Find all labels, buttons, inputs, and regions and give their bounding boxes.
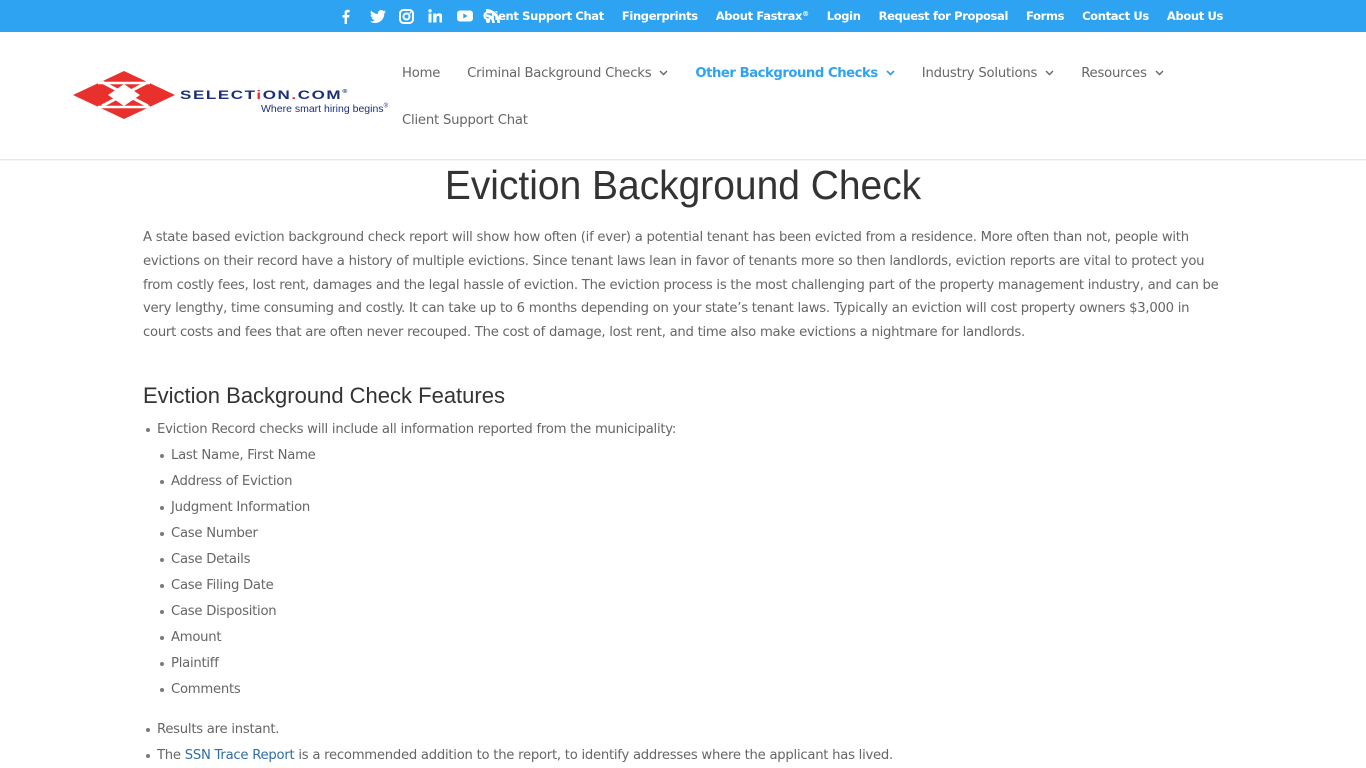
site-header: SELECTiON.COM® Where smart hiring begins… bbox=[0, 32, 1366, 160]
nav-industry-solutions[interactable]: Industry Solutions bbox=[922, 66, 1054, 81]
top-link-forms[interactable]: Forms bbox=[1026, 9, 1064, 23]
top-link-client-support-chat[interactable]: Client Support Chat bbox=[483, 9, 604, 23]
nav-home-label: Home bbox=[402, 65, 441, 81]
site-logo[interactable]: SELECTiON.COM® Where smart hiring begins… bbox=[72, 70, 412, 122]
list-item: Judgment Information bbox=[160, 495, 1223, 521]
top-link-about-fastrax-label: About Fastrax bbox=[715, 9, 803, 23]
top-link-about-us[interactable]: About Us bbox=[1167, 9, 1223, 23]
list-item: Plaintiff bbox=[160, 651, 1223, 677]
list-item: Case Disposition bbox=[160, 599, 1223, 625]
nav-criminal-background-checks[interactable]: Criminal Background Checks bbox=[467, 66, 668, 81]
instagram-icon[interactable] bbox=[399, 0, 428, 32]
nav-resources-label: Resources bbox=[1081, 65, 1147, 81]
list-item: Last Name, First Name bbox=[160, 443, 1223, 469]
list-item: Address of Eviction bbox=[160, 469, 1223, 495]
nav-resources[interactable]: Resources bbox=[1081, 66, 1164, 81]
nav-other-background-checks[interactable]: Other Background Checks bbox=[695, 65, 895, 81]
nav-criminal-label: Criminal Background Checks bbox=[467, 65, 652, 81]
main-content: Eviction Background Check A state based … bbox=[143, 160, 1223, 768]
logo-tagline: Where smart hiring begins® bbox=[261, 103, 388, 115]
features-list: Eviction Record checks will include all … bbox=[143, 417, 1223, 768]
nav-industry-label: Industry Solutions bbox=[921, 65, 1038, 81]
top-link-request-for-proposal[interactable]: Request for Proposal bbox=[879, 9, 1009, 23]
chevron-down-icon bbox=[1045, 70, 1054, 76]
logo-diamond-icon bbox=[73, 71, 175, 119]
features-heading: Eviction Background Check Features bbox=[143, 382, 505, 408]
ssn-text-pre: The bbox=[157, 747, 185, 763]
intro-paragraph: A state based eviction background check … bbox=[143, 230, 1219, 341]
main-nav: Home Criminal Background Checks Other Ba… bbox=[402, 62, 1222, 131]
top-bar: Client Support Chat Fingerprints About F… bbox=[0, 0, 1366, 32]
list-item: Case Details bbox=[160, 547, 1223, 573]
list-item: Results are instant. bbox=[146, 717, 1223, 743]
chevron-down-icon bbox=[1155, 70, 1164, 76]
features-lead: Eviction Record checks will include all … bbox=[157, 421, 677, 437]
twitter-icon[interactable] bbox=[370, 0, 399, 32]
eviction-record-fields: Last Name, First Name Address of Evictio… bbox=[157, 443, 1223, 703]
nav-client-support-label: Client Support Chat bbox=[402, 112, 528, 128]
top-link-about-fastrax[interactable]: About Fastrax® bbox=[716, 9, 809, 23]
ssn-trace-report-link[interactable]: SSN Trace Report bbox=[185, 748, 295, 763]
chevron-down-icon bbox=[659, 70, 668, 76]
registered-mark: ® bbox=[802, 10, 809, 18]
nav-home[interactable]: Home bbox=[402, 66, 440, 81]
nav-other-label: Other Background Checks bbox=[695, 65, 878, 81]
chevron-down-icon bbox=[886, 70, 895, 76]
facebook-icon[interactable] bbox=[341, 0, 370, 32]
top-link-contact-us[interactable]: Contact Us bbox=[1082, 9, 1149, 23]
top-link-fingerprints[interactable]: Fingerprints bbox=[622, 9, 698, 23]
list-item: Comments bbox=[160, 677, 1223, 703]
top-link-login[interactable]: Login bbox=[827, 9, 861, 23]
list-item: Case Number bbox=[160, 521, 1223, 547]
list-item: Case Filing Date bbox=[160, 573, 1223, 599]
linkedin-icon[interactable] bbox=[428, 0, 457, 32]
secondary-nav: Client Support Chat Fingerprints About F… bbox=[465, 0, 1224, 32]
list-item: The SSN Trace Report is a recommended ad… bbox=[146, 743, 1223, 768]
ssn-text-post: is a recommended addition to the report,… bbox=[294, 747, 893, 763]
logo-wordmark: SELECTiON.COM® bbox=[180, 88, 348, 102]
list-item: Amount bbox=[160, 625, 1223, 651]
page-title: Eviction Background Check bbox=[444, 162, 922, 208]
list-item: Eviction Record checks will include all … bbox=[146, 417, 1223, 703]
nav-client-support-chat[interactable]: Client Support Chat bbox=[402, 113, 528, 128]
